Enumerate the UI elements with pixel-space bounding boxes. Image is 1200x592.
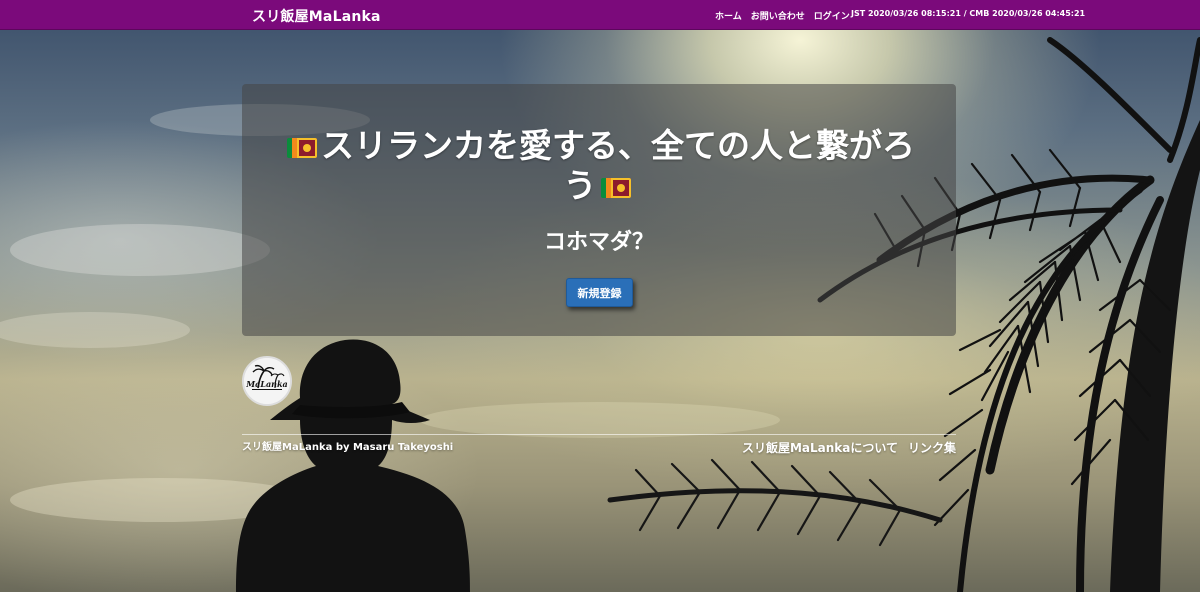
hero-panel: スリランカを愛する、全ての人と繋がろう コホマダ？ 新規登録 <box>242 84 956 336</box>
footer-divider <box>242 434 956 435</box>
sri-lanka-flag-icon <box>287 138 317 158</box>
malanka-logo-icon: MaLanka <box>244 358 290 404</box>
hero-title-block: スリランカを愛する、全ての人と繋がろう <box>282 126 916 206</box>
nav-link-contact[interactable]: お問い合わせ <box>751 9 805 22</box>
svg-text:MaLanka: MaLanka <box>245 379 287 389</box>
nav-link-home[interactable]: ホーム <box>715 9 742 22</box>
footer-link-links[interactable]: リンク集 <box>908 439 956 456</box>
footer-link-about[interactable]: スリ飯屋MaLankaについて <box>742 439 898 456</box>
malanka-logo[interactable]: MaLanka <box>242 356 292 406</box>
nav-links: ホーム お問い合わせ ログイン <box>715 9 850 22</box>
hero-subtitle: コホマダ？ <box>543 230 654 255</box>
footer-links: スリ飯屋MaLankaについて リンク集 <box>742 439 956 456</box>
signup-button[interactable]: 新規登録 <box>566 278 633 307</box>
sri-lanka-flag-icon <box>600 178 631 198</box>
nav-link-login[interactable]: ログイン <box>814 9 850 22</box>
footer-credit: スリ飯屋MaLanka by Masaru Takeyoshi <box>242 442 454 453</box>
brand-link[interactable]: スリ飯屋MaLanka <box>252 6 381 26</box>
time-display: JST 2020/03/26 08:15:21 / CMB 2020/03/26… <box>851 9 1086 18</box>
top-navbar: スリ飯屋MaLanka ホーム お問い合わせ ログイン JST 2020/03/… <box>0 0 1200 30</box>
